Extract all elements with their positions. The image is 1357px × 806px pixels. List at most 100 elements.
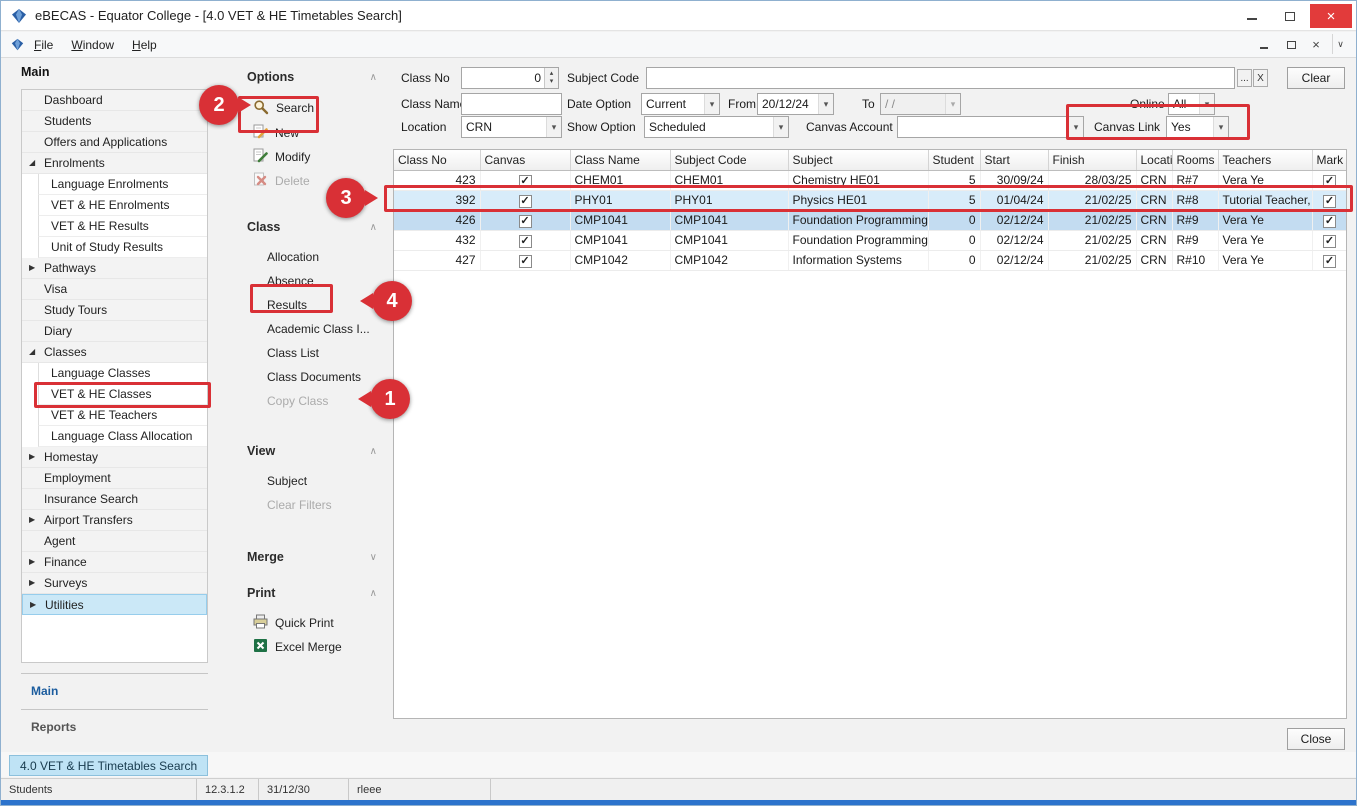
minimize-button[interactable] [1234,4,1270,28]
toolbar-options-chevron-icon[interactable]: ∨ [1332,34,1348,54]
checkbox-checked-icon[interactable]: ✓ [1323,255,1336,268]
section-merge[interactable]: Merge∨ [241,547,389,567]
subject-button[interactable]: Subject [241,469,389,493]
sidebar-item-utilities[interactable]: ▶Utilities [22,594,207,615]
sidebar-item-insurance-search[interactable]: Insurance Search [22,489,207,510]
table-row[interactable]: 427 ✓ CMP1042 CMP1042 Information System… [394,250,1347,270]
sidebar-item-surveys[interactable]: ▶Surveys [22,573,207,594]
checkbox-checked-icon[interactable]: ✓ [519,215,532,228]
search-button[interactable]: Search [241,95,389,121]
sidebar-item-visa[interactable]: Visa [22,279,207,300]
col-location[interactable]: Locati [1136,150,1172,170]
checkbox-checked-icon[interactable]: ✓ [519,195,532,208]
tab-vet-he-timetables-search[interactable]: 4.0 VET & HE Timetables Search [9,755,208,776]
col-class-no[interactable]: Class No [394,150,480,170]
sidebar-item-language-enrolments[interactable]: Language Enrolments [38,174,207,195]
subject-code-input[interactable] [646,67,1235,89]
maximize-button[interactable] [1272,4,1308,28]
close-window-button[interactable]: × [1310,4,1352,28]
section-view[interactable]: View∧ [241,441,389,461]
col-mark-attendance[interactable]: Mark A [1312,150,1347,170]
table-row[interactable]: 432 ✓ CMP1041 CMP1041 Foundation Program… [394,230,1347,250]
from-date-picker[interactable]: 20/12/24▾ [757,93,834,115]
absence-button[interactable]: Absence [241,269,389,293]
col-class-name[interactable]: Class Name [570,150,670,170]
section-class[interactable]: Class∧ [241,217,389,237]
spinner-buttons[interactable]: ▴▾ [544,68,558,88]
section-options[interactable]: Options∧ [241,67,389,87]
class-list-button[interactable]: Class List [241,341,389,365]
canvas-link-select[interactable]: Yes▾ [1166,116,1229,138]
show-option-select[interactable]: Scheduled▾ [644,116,789,138]
spin-down-icon[interactable]: ▾ [550,78,554,86]
sidebar-item-agent[interactable]: Agent [22,531,207,552]
subject-code-clear-button[interactable]: X [1253,69,1268,87]
sidebar-item-homestay[interactable]: ▶Homestay [22,447,207,468]
mdi-close-button[interactable]: × [1306,34,1326,54]
checkbox-checked-icon[interactable]: ✓ [519,175,532,188]
online-select[interactable]: All▾ [1168,93,1215,115]
mdi-restore-button[interactable] [1280,34,1300,54]
sidebar-item-vet-he-enrolments[interactable]: VET & HE Enrolments [38,195,207,216]
checkbox-checked-icon[interactable]: ✓ [1323,235,1336,248]
menu-file[interactable]: File [26,35,61,55]
spin-up-icon[interactable]: ▴ [550,70,554,78]
sidebar-item-vet-he-classes[interactable]: VET & HE Classes [38,384,207,405]
quick-print-button[interactable]: Quick Print [241,611,389,635]
allocation-button[interactable]: Allocation [241,245,389,269]
table-row[interactable]: 426 ✓ CMP1041 CMP1041 Foundation Program… [394,210,1347,230]
location-select[interactable]: CRN▾ [461,116,562,138]
checkbox-checked-icon[interactable]: ✓ [519,235,532,248]
sidebar-item-enrolments[interactable]: ◢Enrolments [22,153,207,174]
sidebar-item-unit-of-study-results[interactable]: Unit of Study Results [38,237,207,258]
sidebar-item-pathways[interactable]: ▶Pathways [22,258,207,279]
checkbox-checked-icon[interactable]: ✓ [1323,175,1336,188]
menu-window[interactable]: Window [63,35,122,55]
sidebar-item-offers-and-applications[interactable]: Offers and Applications [22,132,207,153]
date-option-select[interactable]: Current▾ [641,93,720,115]
nav-reports-button[interactable]: Reports [21,709,208,743]
cell-mark-attendance: ✓ [1312,210,1347,230]
class-documents-button[interactable]: Class Documents [241,365,389,389]
col-finish[interactable]: Finish [1048,150,1136,170]
sidebar-item-label: Offers and Applications [44,135,167,149]
sidebar-item-students[interactable]: Students [22,111,207,132]
class-name-input[interactable] [461,93,562,115]
checkbox-checked-icon[interactable]: ✓ [519,255,532,268]
subject-code-lookup-button[interactable]: ... [1237,69,1252,87]
close-button[interactable]: Close [1287,728,1345,750]
nav-main-button[interactable]: Main [21,673,208,707]
sidebar-item-language-classes[interactable]: Language Classes [38,363,207,384]
table-row-selected[interactable]: 392 ✓ PHY01 PHY01 Physics HE01 5 01/04/2… [394,190,1347,210]
col-subject[interactable]: Subject [788,150,928,170]
menu-help[interactable]: Help [124,35,165,55]
clear-button[interactable]: Clear [1287,67,1345,89]
section-print[interactable]: Print∧ [241,583,389,603]
new-button[interactable]: New [241,121,389,145]
mdi-minimize-button[interactable] [1254,34,1274,54]
class-no-spinner[interactable]: 0 ▴▾ [461,67,559,89]
col-rooms[interactable]: Rooms [1172,150,1218,170]
sidebar-item-airport-transfers[interactable]: ▶Airport Transfers [22,510,207,531]
col-canvas[interactable]: Canvas [480,150,570,170]
excel-merge-button[interactable]: Excel Merge [241,635,389,659]
checkbox-checked-icon[interactable]: ✓ [1323,215,1336,228]
col-teachers[interactable]: Teachers [1218,150,1312,170]
col-student[interactable]: Student [928,150,980,170]
sidebar-item-study-tours[interactable]: Study Tours [22,300,207,321]
sidebar-item-finance[interactable]: ▶Finance [22,552,207,573]
table-row[interactable]: 423 ✓ CHEM01 CHEM01 Chemistry HE01 5 30/… [394,170,1347,190]
sidebar-item-classes[interactable]: ◢Classes [22,342,207,363]
modify-button[interactable]: Modify [241,145,389,169]
checkbox-checked-icon[interactable]: ✓ [1323,195,1336,208]
sidebar-item-language-class-allocation[interactable]: Language Class Allocation [38,426,207,447]
canvas-account-select[interactable]: ▾ [897,116,1084,138]
col-start[interactable]: Start [980,150,1048,170]
sidebar-item-employment[interactable]: Employment [22,468,207,489]
sidebar-item-dashboard[interactable]: Dashboard [22,90,207,111]
sidebar-item-vet-he-results[interactable]: VET & HE Results [38,216,207,237]
col-subject-code[interactable]: Subject Code [670,150,788,170]
academic-class-info-button[interactable]: Academic Class I... [241,317,389,341]
sidebar-item-diary[interactable]: Diary [22,321,207,342]
sidebar-item-vet-he-teachers[interactable]: VET & HE Teachers [38,405,207,426]
